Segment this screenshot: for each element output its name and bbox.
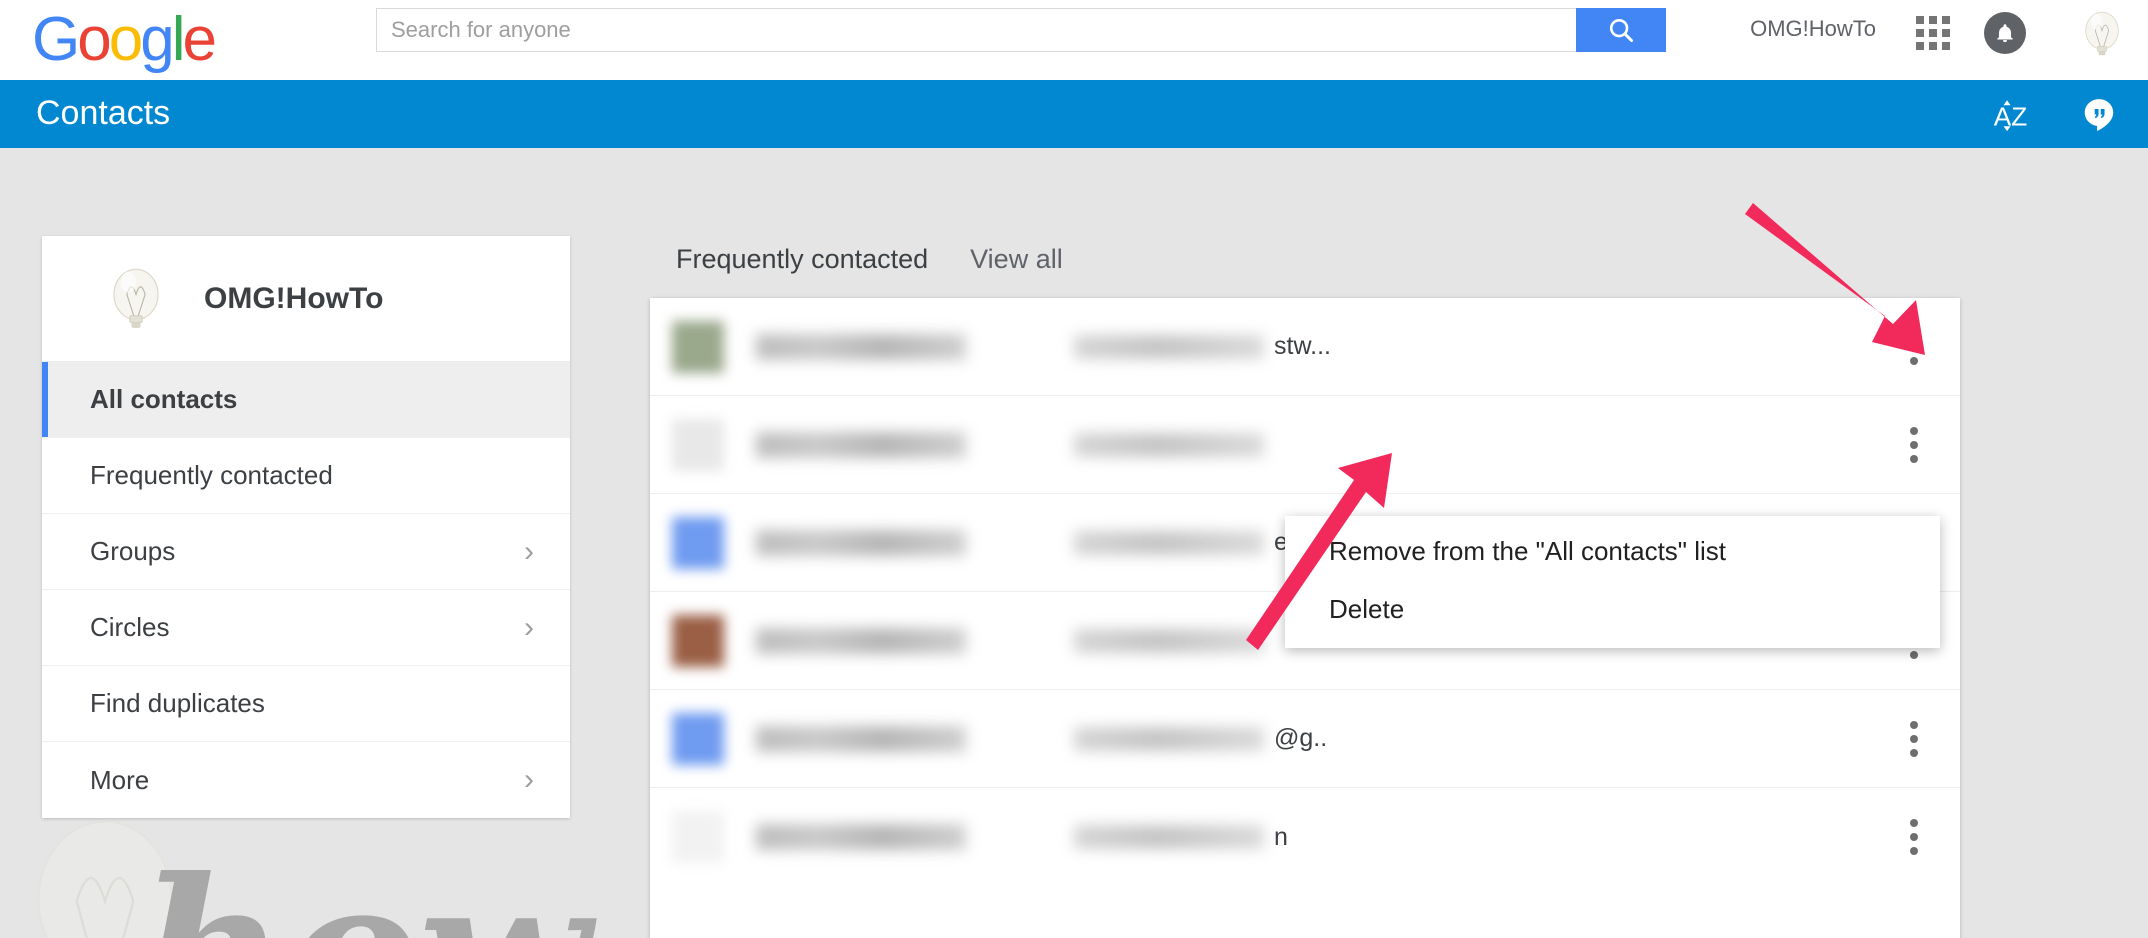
content-tabs: Frequently contacted View all xyxy=(676,244,1063,275)
hangouts-chat-icon[interactable] xyxy=(2080,96,2118,134)
sidebar-item-more[interactable]: More › xyxy=(42,742,570,818)
account-name[interactable]: OMG!HowTo xyxy=(1750,16,1876,42)
contact-text-fragment: @g.. xyxy=(1274,724,1328,752)
table-row[interactable]: stw... xyxy=(650,298,1960,396)
sidebar-item-label: Circles xyxy=(90,612,170,642)
sidebar-item-find-duplicates[interactable]: Find duplicates xyxy=(42,666,570,742)
search-input[interactable] xyxy=(376,8,1576,52)
more-vert-icon[interactable] xyxy=(1910,720,1918,757)
more-vert-icon[interactable] xyxy=(1910,426,1918,463)
more-vert-icon[interactable] xyxy=(1910,819,1918,855)
contact-name-redacted xyxy=(756,627,966,654)
watermark-text: how xyxy=(140,853,591,938)
contact-email-redacted xyxy=(1074,726,1264,751)
notifications-button[interactable] xyxy=(1984,12,2026,54)
contact-name-redacted xyxy=(756,431,966,458)
search-bar xyxy=(376,8,1666,52)
watermark-lightbulb xyxy=(37,820,173,938)
top-bar: Google OMG!HowTo xyxy=(0,0,2148,80)
sidebar-item-circles[interactable]: Circles › xyxy=(42,590,570,666)
chevron-right-icon: › xyxy=(524,610,534,644)
apps-grid-icon[interactable] xyxy=(1916,16,1950,50)
page-body: how OMG!HowTo All contacts Frequently co… xyxy=(0,148,2148,938)
search-button[interactable] xyxy=(1576,8,1666,52)
avatar[interactable] xyxy=(2074,6,2130,62)
table-row[interactable]: n xyxy=(650,788,1960,886)
sidebar-item-label: Frequently contacted xyxy=(90,460,333,490)
menu-item-delete[interactable]: Delete xyxy=(1285,580,1940,638)
lightbulb-avatar xyxy=(2085,11,2119,56)
lightbulb-avatar xyxy=(113,268,159,328)
contact-avatar xyxy=(672,418,724,471)
sidebar-profile[interactable]: OMG!HowTo xyxy=(42,236,570,362)
tab-frequently-contacted[interactable]: Frequently contacted xyxy=(676,244,928,275)
google-logo[interactable]: Google xyxy=(32,8,217,71)
more-vert-icon[interactable] xyxy=(1910,328,1918,365)
tab-view-all[interactable]: View all xyxy=(970,244,1063,275)
sidebar-item-label: Find duplicates xyxy=(90,688,265,718)
context-menu: Remove from the "All contacts" list Dele… xyxy=(1285,516,1940,648)
svg-text:Z: Z xyxy=(2011,102,2027,132)
contact-email-redacted xyxy=(1074,825,1264,849)
contact-avatar xyxy=(672,811,724,863)
sidebar: OMG!HowTo All contacts Frequently contac… xyxy=(42,236,570,818)
contact-email-redacted xyxy=(1074,628,1264,653)
chevron-right-icon: › xyxy=(524,534,534,568)
sidebar-profile-name: OMG!HowTo xyxy=(204,281,384,315)
sidebar-item-groups[interactable]: Groups › xyxy=(42,514,570,590)
contact-avatar xyxy=(672,614,724,667)
search-icon xyxy=(1609,18,1633,42)
contact-name-redacted xyxy=(756,725,966,752)
contact-email-redacted xyxy=(1074,334,1264,359)
sidebar-avatar xyxy=(98,260,174,337)
table-row[interactable] xyxy=(650,396,1960,494)
sidebar-item-label: More xyxy=(90,764,150,795)
bell-icon xyxy=(1997,24,2013,43)
sidebar-item-all-contacts[interactable]: All contacts xyxy=(42,362,570,438)
page-title: Contacts xyxy=(36,94,171,132)
contact-avatar xyxy=(672,320,724,373)
contact-text-fragment: n xyxy=(1274,822,1288,851)
app-bar: Contacts A Z xyxy=(0,80,2148,148)
menu-item-remove-from-list[interactable]: Remove from the "All contacts" list xyxy=(1285,522,1940,580)
contact-text-fragment: stw... xyxy=(1274,332,1331,360)
contact-email-redacted xyxy=(1074,530,1264,555)
app-bar-actions: A Z xyxy=(1992,94,2118,136)
contact-email-redacted xyxy=(1074,432,1264,457)
sidebar-item-frequently-contacted[interactable]: Frequently contacted xyxy=(42,438,570,514)
contact-name-redacted xyxy=(756,824,966,850)
contact-name-redacted xyxy=(756,333,966,360)
contact-avatar xyxy=(672,712,724,765)
sidebar-item-label: All contacts xyxy=(90,384,238,414)
table-row[interactable]: @g.. xyxy=(650,690,1960,788)
contact-name-redacted xyxy=(756,529,966,556)
contact-avatar xyxy=(672,516,724,569)
sort-az-icon[interactable]: A Z xyxy=(1992,94,2034,136)
sidebar-item-label: Groups xyxy=(90,536,176,566)
chevron-right-icon: › xyxy=(524,763,534,796)
